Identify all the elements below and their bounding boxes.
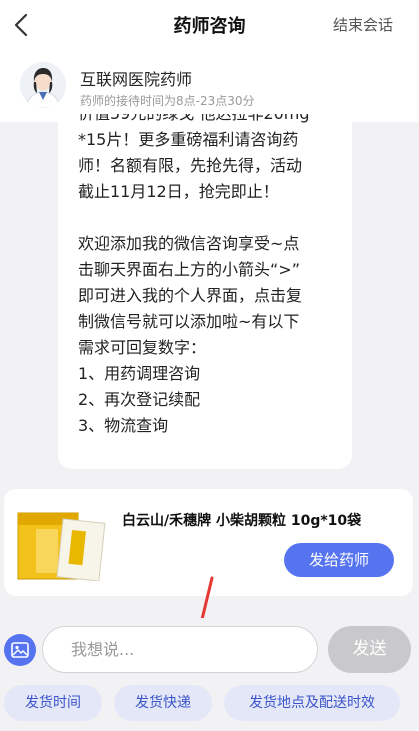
product-name: 白云山/禾穗牌 小柴胡颗粒 10g*10袋 [122, 513, 362, 529]
quick-reply-shipping-location[interactable]: 发货地点及配送时效 [224, 685, 400, 721]
message-line: 即可进入我的个人界面，点击复 [78, 286, 303, 305]
message-line: 击聊天界面右上方的小箭头“>” [78, 260, 300, 279]
image-icon [11, 642, 29, 658]
message-line: 制微信号就可以添加啦~有以下 [78, 312, 300, 331]
message-line: *15片！更多重磅福利请咨询药 [78, 130, 299, 149]
top-bar: 药师咨询 结束会话 [0, 0, 419, 50]
message-line: 师！名额有限，先抢先得，活动 [78, 156, 303, 175]
message-line: 价值59元的绿戈 他达拉非20mg [78, 114, 338, 127]
message-line: 3、物流查询 [78, 416, 169, 435]
product-image [17, 512, 106, 581]
pharmacist-hours: 药师的接待时间为8点-23点30分 [80, 94, 255, 108]
end-session-button[interactable]: 结束会话 [333, 14, 393, 35]
image-upload-button[interactable] [4, 634, 36, 666]
quick-reply-row: 发货时间 发货快递 发货地点及配送时效 [0, 685, 419, 721]
send-to-pharmacist-button[interactable]: 发给药师 [284, 543, 394, 577]
message-line: 截止11月12日，抢完即止！ [78, 182, 279, 201]
message-text: 价值59元的绿戈 他达拉非20mg *15片！更多重磅福利请咨询药 师！名额有限… [78, 114, 338, 439]
quick-reply-shipping-courier[interactable]: 发货快递 [114, 685, 212, 721]
message-input[interactable] [42, 626, 318, 673]
pharmacist-name: 互联网医院药师 [80, 70, 193, 89]
message-line: 1、用药调理咨询 [78, 364, 201, 383]
message-line: 2、再次登记续配 [78, 390, 201, 409]
message-line: 欢迎添加我的微信咨询享受~点 [78, 234, 300, 253]
pharmacist-avatar[interactable] [20, 62, 66, 108]
pharmacist-info-bar: 互联网医院药师 药师的接待时间为8点-23点30分 [0, 50, 419, 122]
quick-reply-shipping-time[interactable]: 发货时间 [4, 685, 102, 721]
send-button[interactable]: 发送 [328, 626, 411, 673]
message-line: 需求可回复数字： [78, 338, 207, 357]
message-input-bar: 发送 [0, 618, 419, 681]
chat-message-bubble: 价值59元的绿戈 他达拉非20mg *15片！更多重磅福利请咨询药 师！名额有限… [58, 114, 352, 469]
